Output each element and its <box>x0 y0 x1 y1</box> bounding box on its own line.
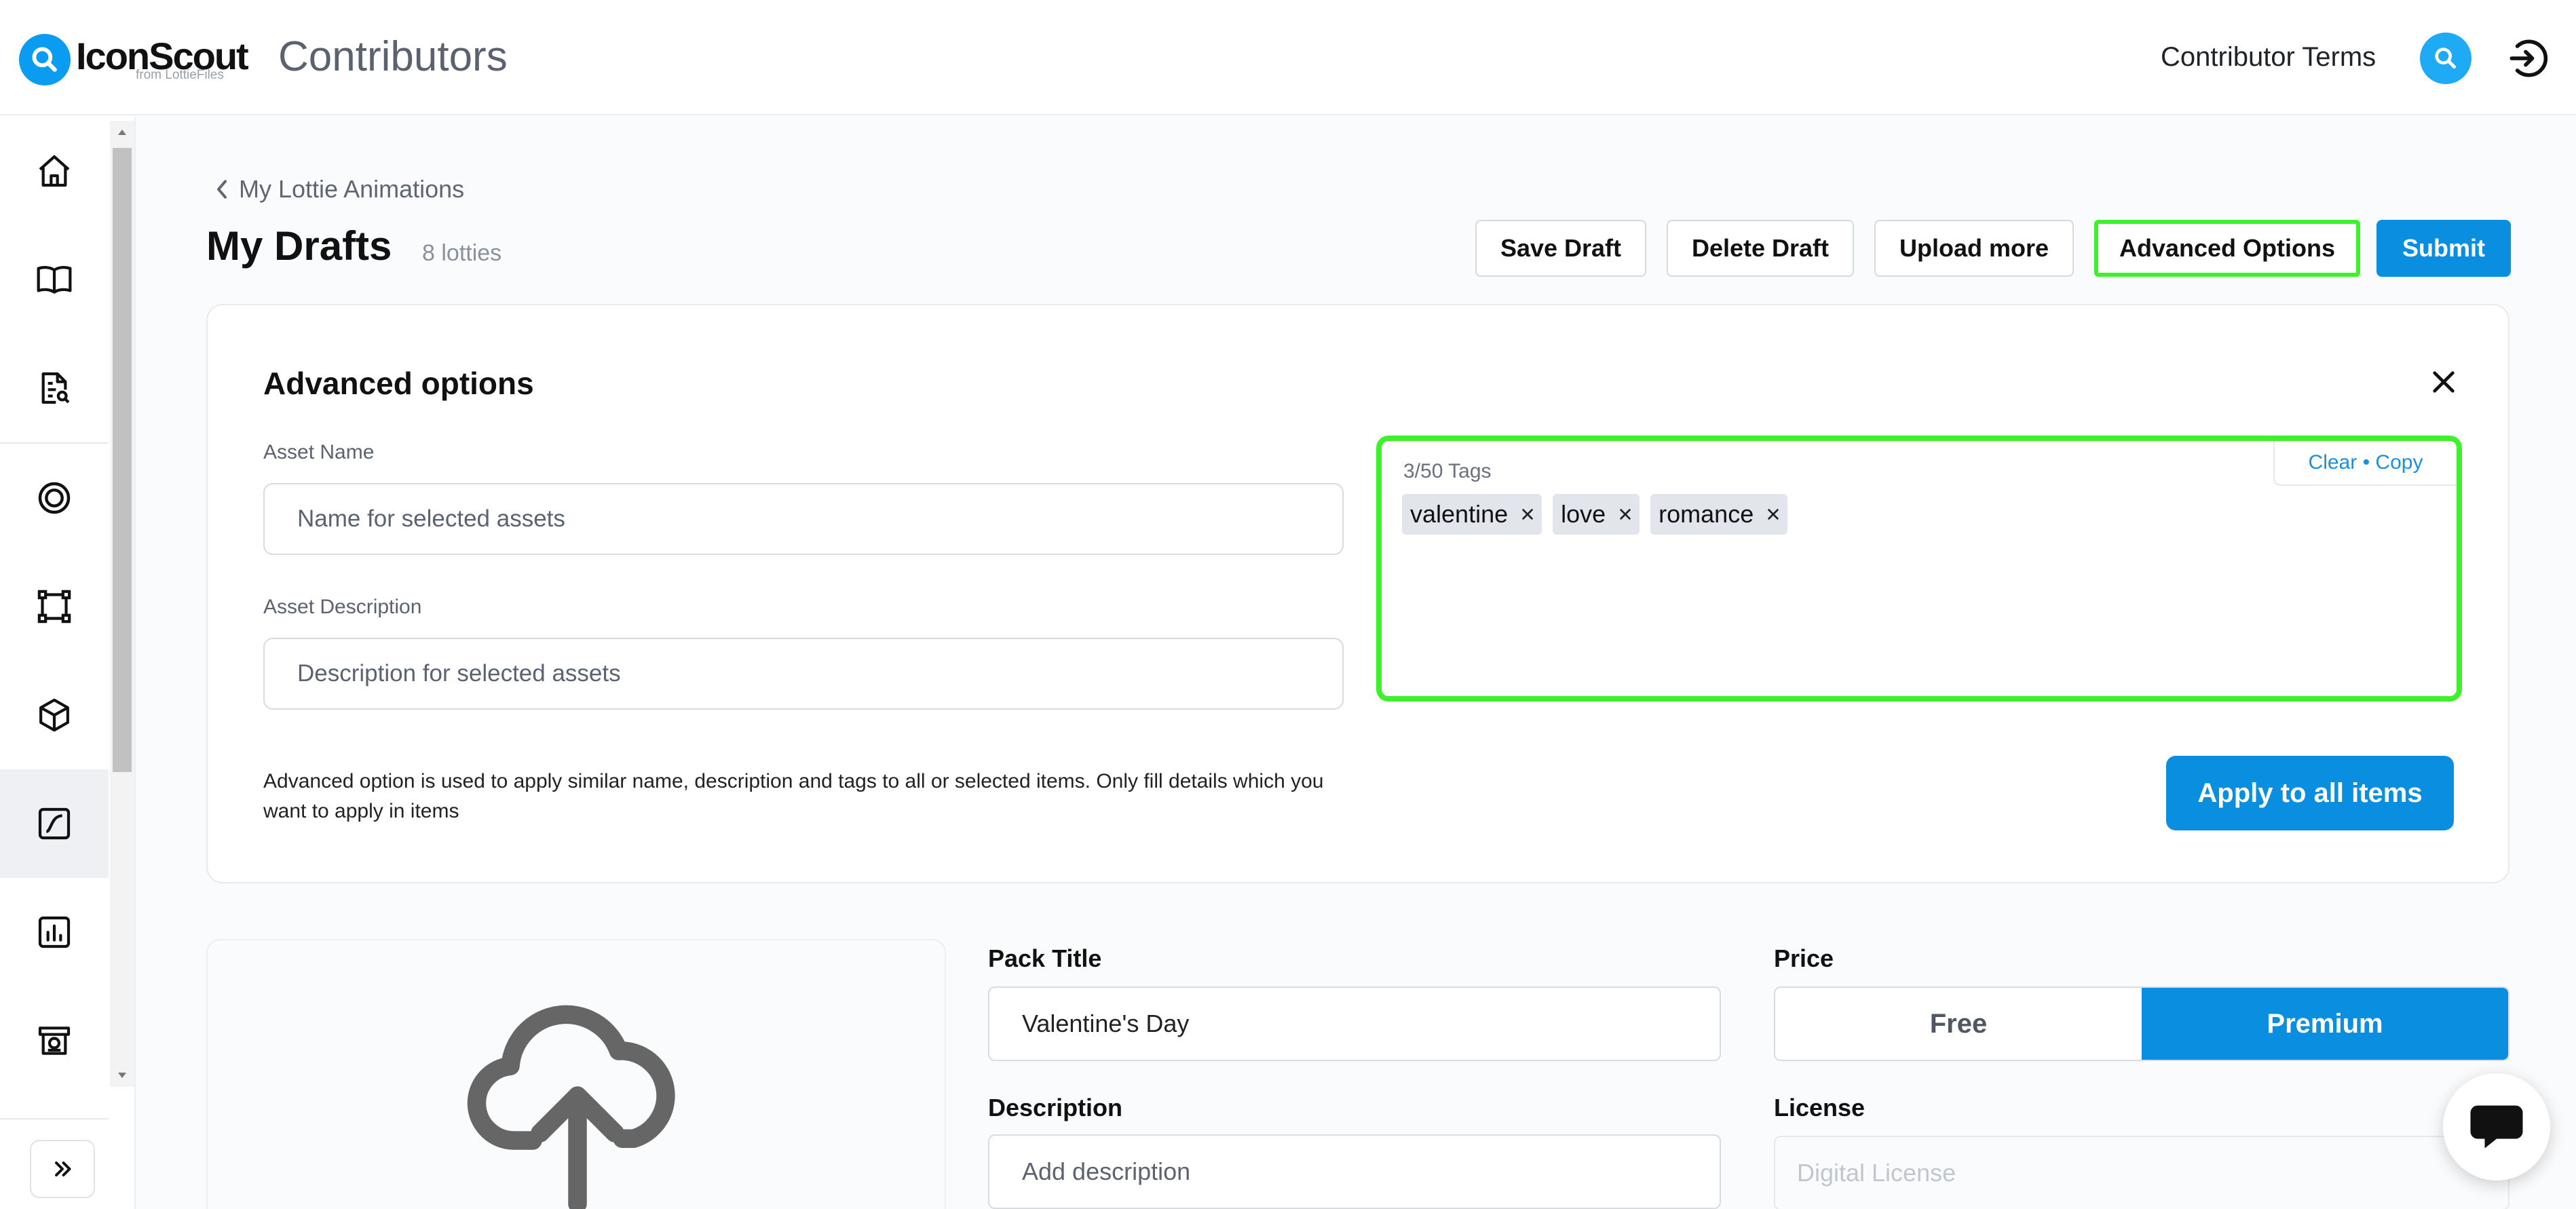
chart-icon <box>38 916 71 948</box>
close-advanced-button[interactable] <box>2421 360 2466 404</box>
app-title: Contributors <box>278 33 508 80</box>
upload-more-button[interactable]: Upload more <box>1874 220 2074 277</box>
submit-button[interactable]: Submit <box>2376 220 2511 277</box>
tags-input[interactable]: 3/50 Tags Clear • Copy valentine love ro… <box>1376 436 2462 702</box>
tag-label: romance <box>1659 500 1754 528</box>
sidebar-item-analytics[interactable] <box>0 878 109 986</box>
sidebar-item-home[interactable] <box>0 117 109 225</box>
price-label: Price <box>1774 944 1834 972</box>
breadcrumb[interactable]: My Lottie Animations <box>214 175 464 204</box>
avatar-search-icon <box>2435 47 2456 69</box>
price-toggle: Free Premium <box>1774 986 2509 1061</box>
sidebar-item-payouts[interactable] <box>0 986 109 1095</box>
remove-tag-icon[interactable] <box>1766 507 1781 522</box>
chat-widget-button[interactable] <box>2443 1073 2550 1181</box>
tags-action-separator: • <box>2357 451 2376 474</box>
tag-label: love <box>1561 500 1606 528</box>
tag-label: valentine <box>1410 500 1509 528</box>
scroll-down-arrow-icon[interactable] <box>110 1064 134 1087</box>
license-label: License <box>1774 1094 1865 1121</box>
sidebar-divider-bottom <box>0 1118 109 1119</box>
vector-icon <box>37 590 71 623</box>
tag-chip: romance <box>1650 494 1788 535</box>
sidebar-scrollbar[interactable] <box>110 121 134 1087</box>
payout-icon <box>38 1026 71 1055</box>
price-free-option[interactable]: Free <box>1775 988 2142 1060</box>
scrollbar-thumb[interactable] <box>113 148 132 772</box>
chevron-double-right-icon <box>55 1162 71 1176</box>
cloud-upload-icon <box>467 1005 675 1209</box>
sidebar-item-animations[interactable] <box>0 769 109 878</box>
logout-button[interactable] <box>2501 31 2556 85</box>
iconscout-logo[interactable]: IconScout from LottieFiles <box>19 33 280 87</box>
contributor-terms-link[interactable]: Contributor Terms <box>2161 42 2376 73</box>
tags-list: valentine love romance <box>1402 494 1798 535</box>
save-draft-button[interactable]: Save Draft <box>1475 220 1646 277</box>
top-header: IconScout from LottieFiles Contributors … <box>0 0 2576 115</box>
book-icon <box>37 266 72 294</box>
advanced-options-title: Advanced options <box>263 366 534 401</box>
sidebar-expand-button[interactable] <box>30 1140 95 1198</box>
pack-title-label: Pack Title <box>988 944 1102 972</box>
tag-chip: valentine <box>1402 494 1542 535</box>
asset-description-label: Asset Description <box>263 596 422 618</box>
home-icon <box>39 155 70 187</box>
profile-avatar[interactable] <box>2420 33 2471 84</box>
sidebar-item-illustrations[interactable] <box>0 552 109 661</box>
copy-tags-link[interactable]: Copy <box>2375 451 2423 474</box>
sidebar-item-library[interactable] <box>0 225 109 334</box>
tags-actions: Clear • Copy <box>2273 441 2457 486</box>
advanced-options-button[interactable]: Advanced Options <box>2094 220 2360 277</box>
close-icon <box>2433 371 2455 393</box>
target-icon <box>38 482 71 514</box>
sidebar <box>0 117 136 1209</box>
clear-tags-link[interactable]: Clear <box>2309 451 2357 474</box>
sidebar-item-icons[interactable] <box>0 444 109 552</box>
logo-text: IconScout from LottieFiles <box>76 33 280 87</box>
description-label: Description <box>988 1094 1123 1121</box>
tags-count: 3/50 Tags <box>1403 460 1492 482</box>
remove-tag-icon[interactable] <box>1618 507 1633 522</box>
upload-dropzone[interactable] <box>206 939 946 1209</box>
advanced-options-panel: Advanced options Asset Name Asset Descri… <box>206 304 2509 883</box>
asset-description-input[interactable] <box>263 638 1344 710</box>
page-item-count: 8 lotties <box>422 240 502 266</box>
advanced-help-text: Advanced option is used to apply similar… <box>263 770 1324 822</box>
tag-chip: love <box>1553 494 1640 535</box>
remove-tag-icon[interactable] <box>1520 507 1535 522</box>
logo-search-icon <box>19 34 71 85</box>
license-select[interactable]: Digital License <box>1774 1136 2509 1209</box>
delete-draft-button[interactable]: Delete Draft <box>1667 220 1854 277</box>
logout-icon <box>2509 39 2548 77</box>
asset-name-input[interactable] <box>263 483 1344 555</box>
sidebar-item-3d[interactable] <box>0 661 109 769</box>
sidebar-item-review[interactable] <box>0 334 109 442</box>
description-input[interactable]: Add description <box>988 1134 1721 1209</box>
asset-name-label: Asset Name <box>263 441 375 463</box>
document-search-icon <box>41 372 70 404</box>
price-premium-option[interactable]: Premium <box>2142 988 2508 1060</box>
animation-icon <box>38 807 71 840</box>
logo-subtitle: from LottieFiles <box>136 68 224 82</box>
chat-icon <box>2470 1105 2523 1149</box>
chevron-left-icon <box>217 180 227 199</box>
breadcrumb-label[interactable]: My Lottie Animations <box>239 175 464 204</box>
page-title: My Drafts <box>206 223 392 269</box>
pack-title-input[interactable]: Valentine's Day <box>988 986 1721 1061</box>
cube-icon <box>39 698 69 732</box>
scroll-up-arrow-icon[interactable] <box>110 121 134 144</box>
apply-to-all-button[interactable]: Apply to all items <box>2166 756 2454 830</box>
